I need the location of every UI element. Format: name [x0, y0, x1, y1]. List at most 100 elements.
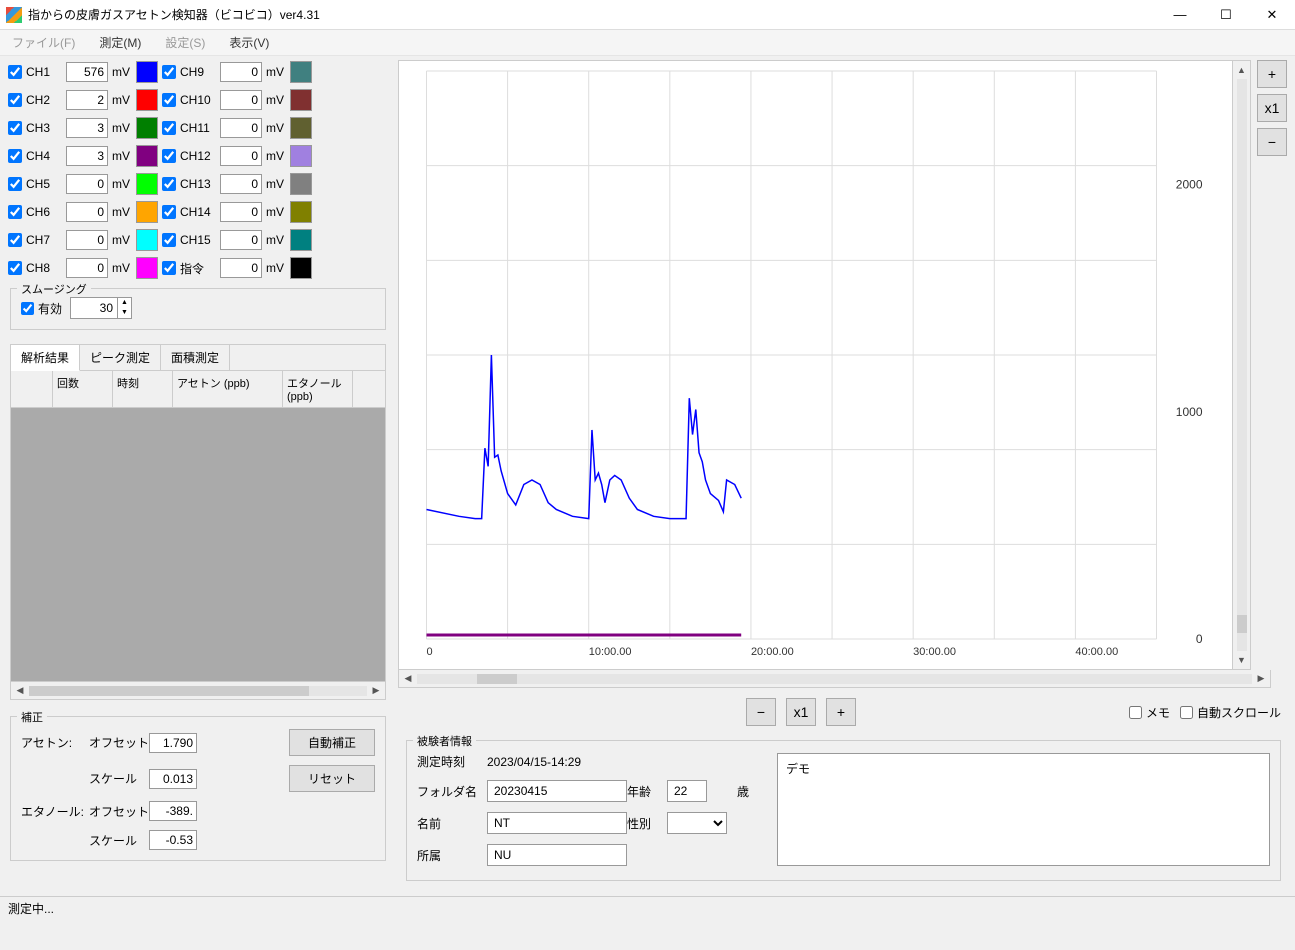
channel-checkbox[interactable] [8, 205, 22, 219]
channel-color-swatch[interactable] [136, 117, 158, 139]
affil-input[interactable] [487, 844, 627, 866]
zoom-x-x1-button[interactable]: x1 [786, 698, 816, 726]
channel-row: CH5 0 mV [8, 172, 158, 196]
channel-checkbox[interactable] [162, 177, 176, 191]
channel-checkbox[interactable] [162, 93, 176, 107]
reset-button[interactable]: リセット [289, 765, 375, 792]
smoothing-enable-label: 有効 [38, 300, 62, 317]
scroll-right-icon[interactable]: ▶ [367, 685, 385, 696]
smoothing-value-stepper[interactable]: ▲▼ [70, 297, 132, 319]
memo-checkbox[interactable] [1129, 706, 1142, 719]
tab-area[interactable]: 面積測定 [161, 345, 230, 370]
ethanol-offset-input[interactable] [149, 801, 197, 821]
channel-checkbox[interactable] [162, 233, 176, 247]
channel-color-swatch[interactable] [136, 173, 158, 195]
channel-row: CH13 0 mV [162, 172, 312, 196]
table-col-count: 回数 [53, 371, 113, 407]
stepper-up-icon[interactable]: ▲ [117, 298, 131, 308]
menu-measure[interactable]: 測定(M) [95, 32, 145, 53]
channel-color-swatch[interactable] [136, 89, 158, 111]
channel-value: 0 [66, 174, 108, 194]
channel-color-swatch[interactable] [136, 145, 158, 167]
zoom-x-minus-button[interactable]: − [746, 698, 776, 726]
scroll-thumb[interactable] [29, 686, 309, 696]
channel-value: 0 [220, 90, 262, 110]
channel-color-swatch[interactable] [290, 61, 312, 83]
channel-checkbox[interactable] [162, 149, 176, 163]
menu-view[interactable]: 表示(V) [225, 32, 273, 53]
sex-select[interactable] [667, 812, 727, 834]
channel-color-swatch[interactable] [290, 257, 312, 279]
vscroll-thumb[interactable] [1237, 615, 1247, 633]
chart-scroll-right-icon[interactable]: ▶ [1252, 673, 1270, 684]
folder-input[interactable] [487, 780, 627, 802]
channel-color-swatch[interactable] [136, 61, 158, 83]
channel-checkbox[interactable] [8, 93, 22, 107]
memo-textarea[interactable]: デモ [777, 753, 1270, 866]
channel-value: 0 [220, 258, 262, 278]
maximize-button[interactable]: ☐ [1203, 0, 1249, 30]
menu-settings[interactable]: 設定(S) [161, 32, 209, 53]
channel-checkbox[interactable] [162, 65, 176, 79]
channel-color-swatch[interactable] [290, 89, 312, 111]
zoom-y-plus-button[interactable]: + [1257, 60, 1287, 88]
channel-unit: mV [112, 205, 132, 219]
channel-color-swatch[interactable] [290, 145, 312, 167]
acetone-offset-input[interactable] [149, 733, 197, 753]
close-button[interactable]: ✕ [1249, 0, 1295, 30]
channel-color-swatch[interactable] [290, 117, 312, 139]
channel-checkbox[interactable] [8, 233, 22, 247]
channel-unit: mV [112, 233, 132, 247]
smoothing-enable-checkbox[interactable] [21, 302, 34, 315]
channel-color-swatch[interactable] [136, 229, 158, 251]
scroll-left-icon[interactable]: ◀ [11, 685, 29, 696]
channel-row: 指令 0 mV [162, 256, 312, 280]
channel-checkbox[interactable] [8, 149, 22, 163]
status-text: 測定中... [8, 900, 54, 917]
name-input[interactable] [487, 812, 627, 834]
chart-scroll-left-icon[interactable]: ◀ [399, 673, 417, 684]
tab-analysis[interactable]: 解析結果 [11, 345, 80, 371]
chart-area[interactable]: 010002000010:00.0020:00.0030:00.0040:00.… [398, 60, 1233, 670]
channel-color-swatch[interactable] [290, 173, 312, 195]
stepper-down-icon[interactable]: ▼ [117, 308, 131, 318]
channel-checkbox[interactable] [162, 261, 176, 275]
channel-checkbox[interactable] [8, 65, 22, 79]
tab-peak[interactable]: ピーク測定 [80, 345, 161, 370]
channel-unit: mV [266, 177, 286, 191]
age-unit: 歳 [737, 783, 757, 800]
result-table-hscroll[interactable]: ◀ ▶ [11, 681, 385, 699]
channel-checkbox[interactable] [162, 121, 176, 135]
zoom-x-plus-button[interactable]: + [826, 698, 856, 726]
channel-unit: mV [266, 65, 286, 79]
autoscroll-checkbox[interactable] [1180, 706, 1193, 719]
channel-checkbox[interactable] [162, 205, 176, 219]
auto-correct-button[interactable]: 自動補正 [289, 729, 375, 756]
chart-vscroll[interactable]: ▲ ▼ [1233, 60, 1251, 670]
channel-checkbox[interactable] [8, 121, 22, 135]
channel-label: CH1 [26, 65, 62, 79]
scroll-down-icon[interactable]: ▼ [1233, 651, 1250, 669]
chart-hscroll[interactable]: ◀ ▶ [398, 670, 1271, 688]
channel-checkbox[interactable] [8, 177, 22, 191]
minimize-button[interactable]: — [1157, 0, 1203, 30]
channel-color-swatch[interactable] [290, 201, 312, 223]
scroll-up-icon[interactable]: ▲ [1233, 61, 1250, 79]
channel-color-swatch[interactable] [290, 229, 312, 251]
channel-checkbox[interactable] [8, 261, 22, 275]
channel-row: CH8 0 mV [8, 256, 158, 280]
zoom-y-x1-button[interactable]: x1 [1257, 94, 1287, 122]
channel-color-swatch[interactable] [136, 201, 158, 223]
menu-file[interactable]: ファイル(F) [8, 32, 79, 53]
table-col-ethanol: エタノール (ppb) [283, 371, 353, 407]
acetone-scale-input[interactable] [149, 769, 197, 789]
channel-color-swatch[interactable] [136, 257, 158, 279]
zoom-y-minus-button[interactable]: − [1257, 128, 1287, 156]
chart-hscroll-thumb[interactable] [477, 674, 517, 684]
age-input[interactable] [667, 780, 707, 802]
ethanol-scale-input[interactable] [149, 830, 197, 850]
smoothing-value-input[interactable] [71, 298, 117, 318]
correction-group: 補正 アセトン: オフセット 自動補正 スケール リセット エタノール: オフセ… [10, 716, 386, 861]
channel-unit: mV [266, 121, 286, 135]
time-value: 2023/04/15-14:29 [487, 755, 757, 769]
